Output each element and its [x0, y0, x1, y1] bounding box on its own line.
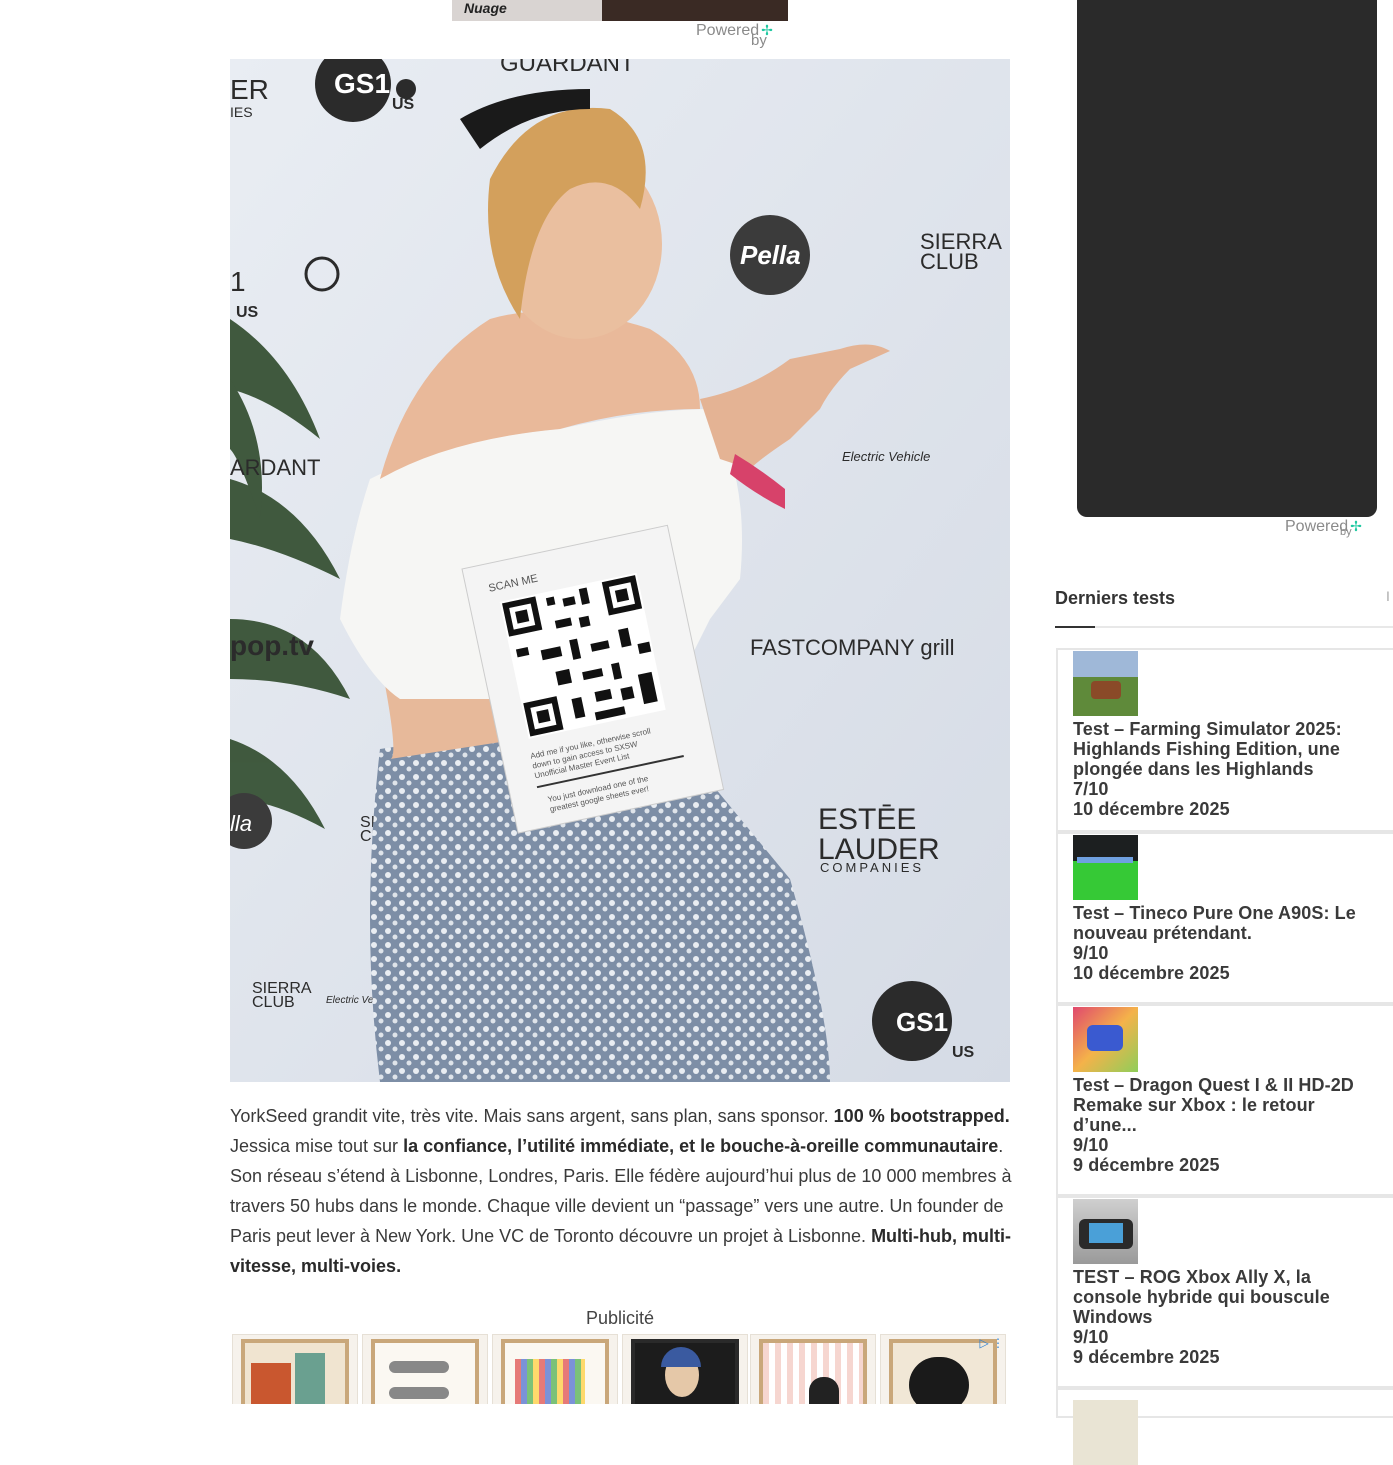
adchoices-icon[interactable]: ▷ ⋮ — [979, 1336, 1004, 1350]
review-thumbnail[interactable] — [1073, 1007, 1138, 1072]
review-score: 9/10 — [1073, 943, 1109, 963]
advert-item[interactable] — [492, 1334, 618, 1404]
logo-text: US — [236, 304, 259, 321]
logo-text: COMPANIES — [820, 860, 924, 875]
review-thumbnail[interactable] — [1073, 835, 1138, 900]
review-score: 9/10 — [1073, 1135, 1109, 1155]
logo-text: 1 — [230, 266, 246, 297]
review-title[interactable]: TEST – ROG Xbox Ally X, la console hybri… — [1073, 1267, 1383, 1327]
ad-video-frame — [602, 0, 788, 21]
logo-text: ARDANT — [230, 455, 320, 480]
review-card[interactable]: Test – Dragon Quest I & II HD-2D Remake … — [1056, 1004, 1393, 1196]
powered-text: Powered — [696, 22, 760, 39]
logo-text: pop.tv — [230, 630, 314, 661]
review-date: 10 décembre 2025 — [1073, 799, 1230, 819]
top-video-ad[interactable]: Nuage — [452, 0, 788, 21]
article-text: Jessica mise tout sur — [230, 1136, 404, 1156]
logo-text: GUARDANT — [500, 59, 635, 77]
advert-label: Publicité — [585, 1308, 655, 1328]
review-date: 9 décembre 2025 — [1073, 1155, 1220, 1175]
review-title[interactable]: Test – Tineco Pure One A90S: Le nouveau … — [1073, 903, 1383, 943]
scroll-indicator: I — [1386, 588, 1390, 604]
article-paragraph: YorkSeed grandit vite, très vite. Mais s… — [230, 1101, 1016, 1281]
review-score: 9/10 — [1073, 1327, 1109, 1347]
review-card[interactable]: Test – Farming Simulator 2025: Highlands… — [1056, 648, 1393, 832]
logo-text: ER — [230, 74, 269, 105]
review-text[interactable]: TEST – ROG Xbox Ally X, la console hybri… — [1073, 1267, 1383, 1367]
sidebar-powered-by[interactable]: Powered ✢ by — [1285, 518, 1362, 538]
logo-text: GS1 — [896, 1007, 948, 1037]
by-text: by — [751, 32, 767, 49]
logo-text: CLUB — [252, 994, 295, 1011]
review-text[interactable]: Test – Farming Simulator 2025: Highlands… — [1073, 719, 1383, 819]
review-thumbnail[interactable] — [1073, 651, 1138, 716]
review-title[interactable]: Test – Farming Simulator 2025: Highlands… — [1073, 719, 1383, 779]
advert-carousel[interactable]: ▷ ⋮ — [232, 1334, 1008, 1404]
advert-item[interactable] — [232, 1334, 358, 1404]
logo-text: Pella — [740, 240, 801, 270]
logo-text: IES — [230, 104, 253, 120]
article-bold: 100 % bootstrapped. — [833, 1106, 1010, 1126]
by-text: by — [1340, 526, 1352, 538]
review-thumbnail[interactable] — [1073, 1199, 1138, 1264]
review-card[interactable]: Test – Tineco Pure One A90S: Le nouveau … — [1056, 832, 1393, 1004]
logo-text: Electric Ve — [326, 995, 374, 1006]
article-bold: la confiance, l’utilité immédiate, et le… — [403, 1136, 999, 1156]
section-title: Derniers tests — [1055, 588, 1176, 608]
section-divider — [1055, 626, 1393, 628]
advert-item[interactable] — [622, 1334, 748, 1404]
article-photo: GS1 US GUARDANT Pella SIERRA CLUB tv Ele… — [230, 59, 1010, 1082]
ad-caption: Nuage — [464, 0, 507, 16]
review-date: 9 décembre 2025 — [1073, 1347, 1220, 1367]
review-thumbnail[interactable] — [1073, 1400, 1138, 1465]
sidebar-video-player[interactable] — [1077, 0, 1377, 517]
review-card[interactable]: TEST – ROG Xbox Ally X, la console hybri… — [1056, 1196, 1393, 1388]
powered-by-label[interactable]: Powered ✢ by — [696, 22, 773, 49]
review-date: 10 décembre 2025 — [1073, 963, 1230, 983]
review-title[interactable]: Test – Dragon Quest I & II HD-2D Remake … — [1073, 1075, 1383, 1135]
review-text[interactable]: Test – Dragon Quest I & II HD-2D Remake … — [1073, 1075, 1383, 1175]
logo-text: US — [952, 1044, 975, 1061]
article-text: YorkSeed grandit vite, très vite. Mais s… — [230, 1106, 834, 1126]
review-text[interactable]: Test – Tineco Pure One A90S: Le nouveau … — [1073, 903, 1383, 983]
logo-text: lla — [230, 811, 252, 836]
logo-text: ESTĒE — [818, 803, 916, 836]
advert-item[interactable] — [362, 1334, 488, 1404]
logo-text: Electric Vehicle — [842, 449, 930, 464]
review-card[interactable] — [1056, 1388, 1393, 1465]
logo-text: FASTCOMPANY grill — [750, 635, 955, 660]
review-score: 7/10 — [1073, 779, 1109, 799]
powered-text: Powered — [1285, 518, 1349, 535]
logo-text: CLUB — [920, 249, 979, 274]
advert-item[interactable] — [750, 1334, 876, 1404]
logo-text: GS1 — [334, 68, 390, 99]
